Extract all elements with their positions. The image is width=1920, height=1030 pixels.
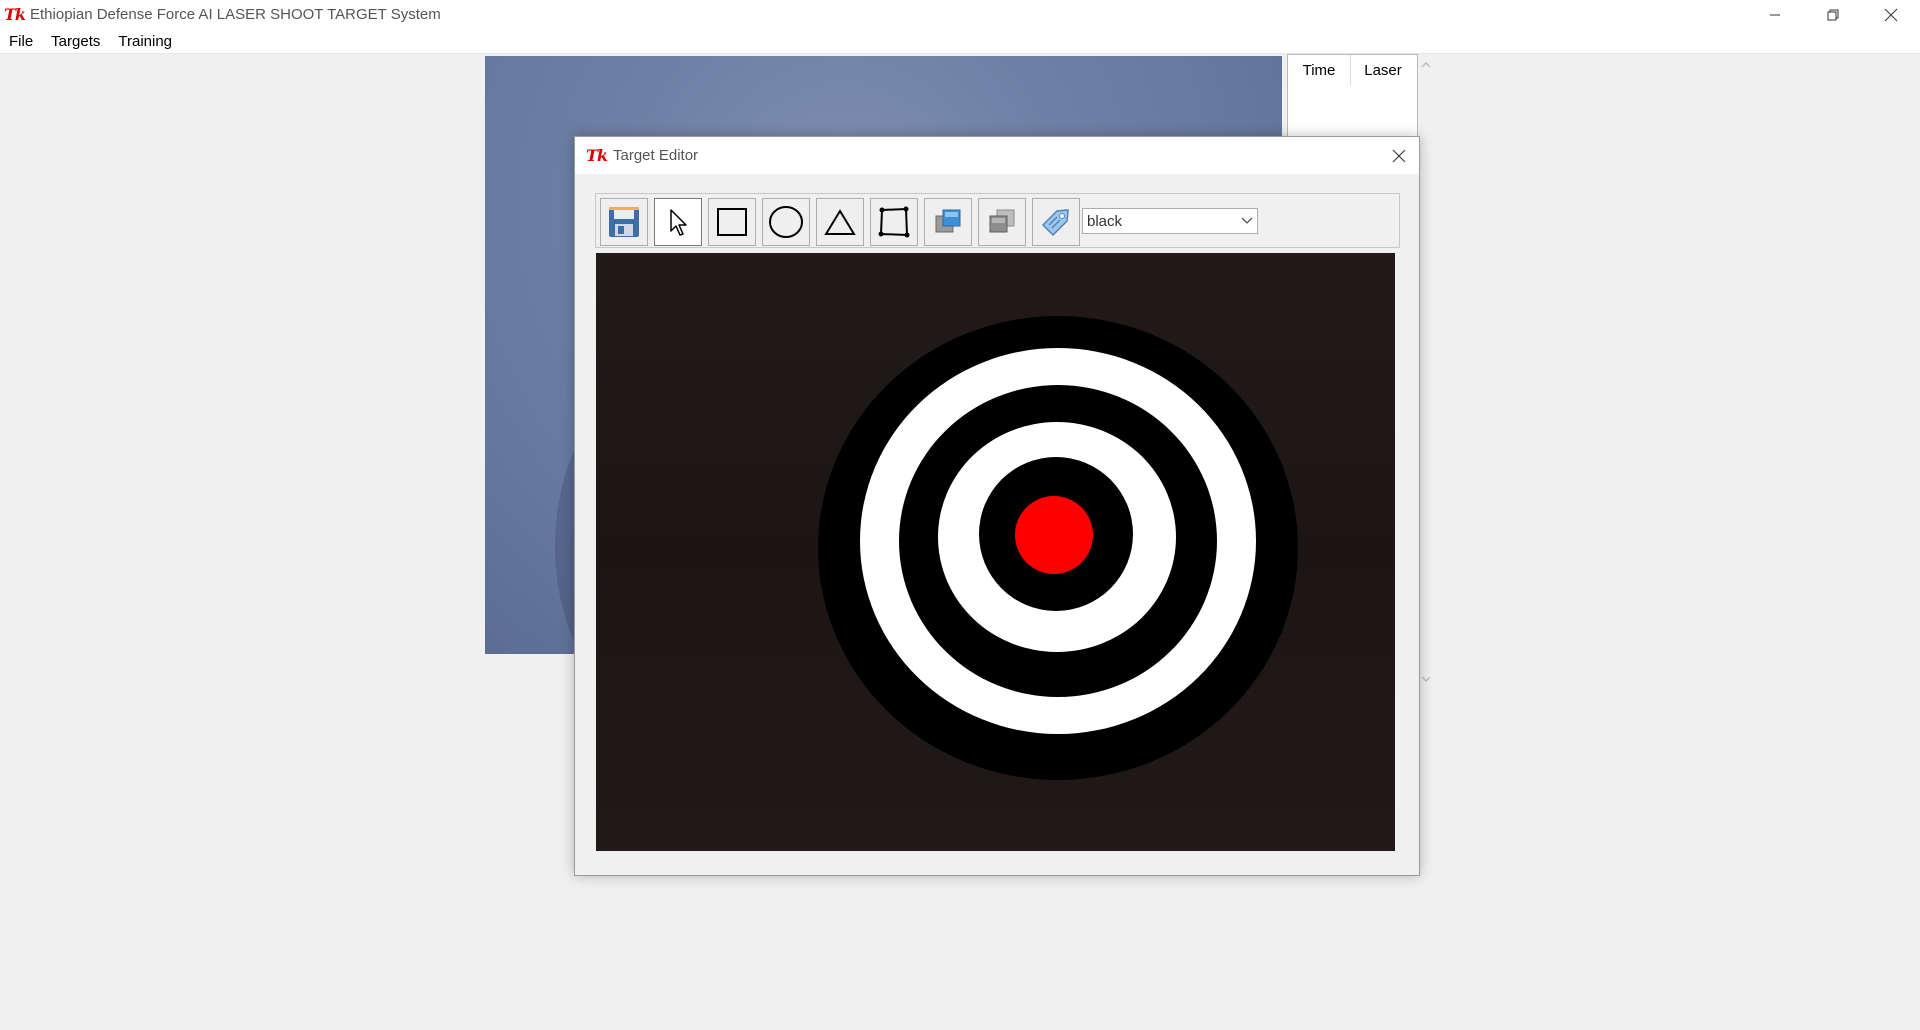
restore-icon[interactable] — [1804, 0, 1862, 29]
scroll-up-arrow-icon[interactable] — [1419, 58, 1433, 72]
menu-bar: File Targets Training — [0, 29, 1920, 54]
menu-training[interactable]: Training — [109, 33, 181, 50]
bring-to-front-icon — [935, 209, 961, 233]
rectangle-icon — [717, 208, 747, 236]
chevron-down-icon[interactable] — [1237, 217, 1257, 225]
dialog-close-icon[interactable] — [1389, 146, 1409, 166]
window-controls — [1746, 0, 1920, 29]
oval-icon — [769, 206, 803, 238]
dialog-titlebar: Tk Target Editor — [575, 137, 1419, 174]
triangle-icon — [824, 209, 856, 235]
target-canvas[interactable] — [596, 253, 1395, 851]
app-title: Ethiopian Defense Force AI LASER SHOOT T… — [30, 6, 441, 23]
tag-button[interactable] — [1032, 198, 1080, 246]
polygon-icon — [878, 206, 910, 238]
send-to-back-button[interactable] — [978, 198, 1026, 246]
tk-logo-icon: Tk — [4, 5, 26, 24]
dialog-title: Target Editor — [613, 147, 699, 164]
results-table[interactable]: Time Laser — [1287, 54, 1418, 146]
send-to-back-icon — [989, 209, 1015, 233]
triangle-tool-button[interactable] — [816, 198, 864, 246]
target-bullseye — [1015, 496, 1093, 574]
target-editor-dialog: Tk Target Editor black — [574, 136, 1420, 876]
bring-to-front-button[interactable] — [924, 198, 972, 246]
rectangle-tool-button[interactable] — [708, 198, 756, 246]
app-titlebar: Tk Ethiopian Defense Force AI LASER SHOO… — [0, 0, 1920, 29]
column-header-laser[interactable]: Laser — [1350, 55, 1416, 85]
menu-file[interactable]: File — [0, 33, 42, 50]
oval-tool-button[interactable] — [762, 198, 810, 246]
close-icon[interactable] — [1862, 0, 1920, 29]
save-button[interactable] — [600, 198, 648, 246]
fill-color-value: black — [1087, 212, 1123, 230]
select-tool-button[interactable] — [654, 198, 702, 246]
save-icon — [609, 207, 639, 237]
minimize-icon[interactable] — [1746, 0, 1804, 29]
column-header-time[interactable]: Time — [1288, 55, 1351, 85]
editor-toolbar: black — [595, 193, 1400, 248]
tag-icon — [1041, 209, 1069, 237]
menu-targets[interactable]: Targets — [42, 33, 109, 50]
fill-color-select[interactable]: black — [1082, 208, 1258, 234]
scroll-down-arrow-icon[interactable] — [1419, 672, 1433, 686]
tk-logo-icon: Tk — [586, 146, 608, 165]
pointer-icon — [670, 209, 687, 236]
polygon-tool-button[interactable] — [870, 198, 918, 246]
